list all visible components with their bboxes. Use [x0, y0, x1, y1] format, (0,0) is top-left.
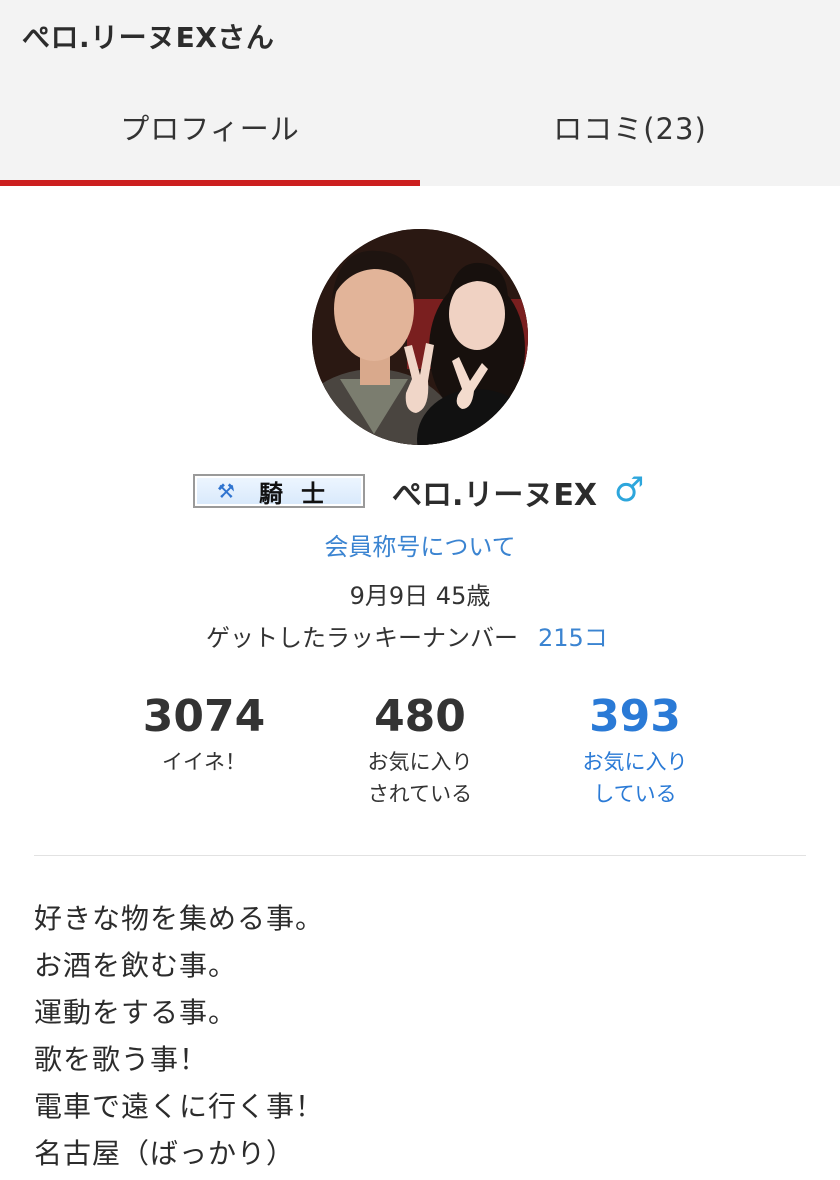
likes-count: 3074	[142, 691, 266, 742]
lucky-number-label: ゲットしたラッキーナンバー	[206, 624, 518, 652]
member-rank-text: 騎士	[259, 478, 343, 508]
username: ぺロ.リーヌEX	[392, 478, 598, 513]
favoriting-label-line1: お気に入り	[582, 750, 688, 774]
stat-favoriting[interactable]: 393 お気に入り している	[525, 690, 745, 810]
favoriting-label-line2: している	[593, 782, 677, 806]
member-rank-badge: ⚒ 騎士	[193, 474, 365, 508]
favorited-by-label-line1: お気に入り	[367, 750, 473, 774]
tab-profile[interactable]: プロフィール	[0, 86, 420, 186]
bio-line: 好きな物を集める事。	[34, 902, 325, 935]
stat-favorited-by: 480 お気に入り されている	[310, 690, 530, 810]
crossed-axes-icon: ⚒	[217, 479, 235, 503]
avatar-photo	[312, 229, 528, 445]
stat-likes: 3074 イイネ！	[94, 690, 314, 778]
avatar[interactable]	[312, 229, 528, 445]
likes-label: イイネ！	[162, 750, 246, 774]
bio-line: 電車で遠くに行く事！	[34, 1090, 325, 1123]
favoriting-count: 393	[589, 691, 681, 742]
section-divider	[34, 855, 806, 856]
bio-text: 好きな物を集める事。 お酒を飲む事。 運動をする事。 歌を歌う事！ 電車で遠くに…	[34, 895, 814, 1177]
male-gender-icon: ♂	[614, 470, 645, 510]
favorited-by-label-line2: されている	[367, 782, 473, 806]
bio-line: 名古屋（ばっかり）	[34, 1137, 296, 1170]
tab-reviews-label: ロコミ(23)	[553, 112, 707, 146]
tab-bar: プロフィール ロコミ(23)	[0, 86, 840, 186]
birthday-age: 9月9日 45歳	[349, 582, 491, 610]
member-title-info-link[interactable]: 会員称号について	[0, 527, 840, 562]
lucky-number-row: ゲットしたラッキーナンバー 215コ	[206, 618, 608, 653]
bio-line: 運動をする事。	[34, 996, 238, 1029]
tab-reviews[interactable]: ロコミ(23)	[420, 86, 840, 186]
lucky-number-count-link[interactable]: 215コ	[538, 624, 608, 652]
app-header: ぺロ.リーヌEXさん プロフィール ロコミ(23)	[0, 0, 840, 186]
active-tab-indicator	[0, 180, 420, 186]
bio-line: お酒を飲む事。	[34, 949, 238, 982]
bio-line: 歌を歌う事！	[34, 1043, 209, 1076]
favorited-by-count: 480	[374, 691, 466, 742]
page-title: ぺロ.リーヌEXさん	[22, 21, 275, 54]
tab-profile-label: プロフィール	[120, 112, 300, 146]
